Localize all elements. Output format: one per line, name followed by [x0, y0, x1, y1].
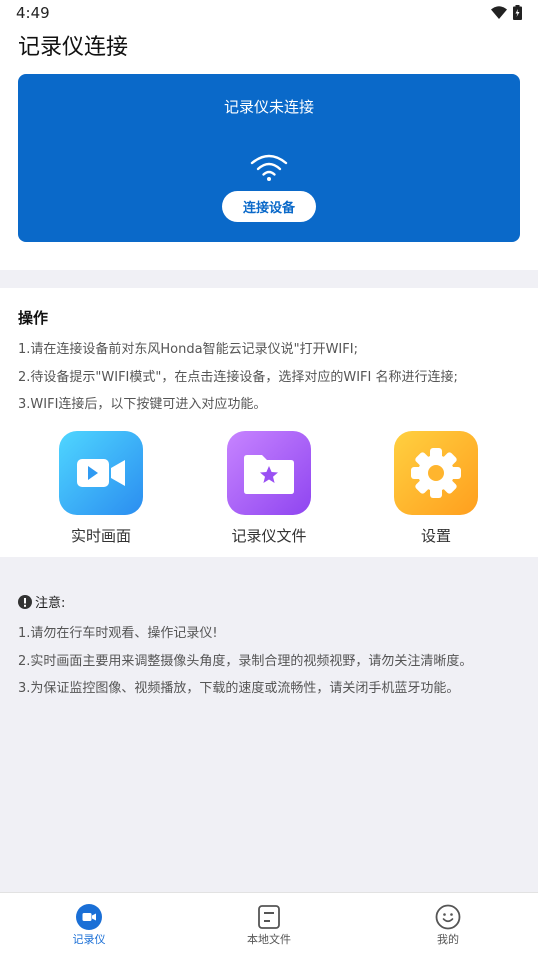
recorder-files-button[interactable]: 记录仪文件 — [209, 431, 329, 546]
section-divider — [0, 270, 538, 288]
operation-step: 3.WIFI连接后，以下按键可进入对应功能。 — [18, 397, 267, 412]
notes-title: 注意: — [35, 596, 66, 611]
page-title: 记录仪连接 — [18, 35, 129, 60]
operations-title: 操作 — [18, 309, 49, 327]
gear-icon — [394, 431, 478, 515]
nav-item-mine[interactable]: 我的 — [388, 893, 508, 955]
live-view-button[interactable]: 实时画面 — [41, 431, 161, 546]
bottom-navigation: 记录仪 本地文件 我的 — [0, 892, 538, 955]
recorder-icon — [76, 904, 102, 930]
file-icon — [258, 905, 280, 929]
status-time: 4:49 — [16, 4, 50, 22]
nav-item-recorder[interactable]: 记录仪 — [29, 893, 149, 955]
wifi-icon — [250, 154, 288, 181]
status-bar: 4:49 — [0, 0, 538, 26]
video-camera-icon — [59, 431, 143, 515]
smile-icon — [435, 904, 461, 930]
note-item: 2.实时画面主要用来调整摄像头角度，录制合理的视频视野，请勿关注清晰度。 — [18, 654, 473, 669]
recorder-files-label: 记录仪文件 — [231, 527, 307, 545]
battery-icon — [513, 5, 522, 20]
star-folder-icon — [227, 431, 311, 515]
live-view-label: 实时画面 — [70, 527, 131, 545]
note-item: 3.为保证监控图像、视频播放，下载的速度或流畅性，请关闭手机蓝牙功能。 — [18, 681, 460, 696]
status-icons — [491, 5, 522, 20]
operation-step: 2.待设备提示"WIFI模式"，在点击连接设备，选择对应的WIFI 名称进行连接… — [18, 370, 458, 385]
nav-label-local-files: 本地文件 — [247, 933, 291, 946]
nav-item-local-files[interactable]: 本地文件 — [209, 893, 329, 955]
connection-status-text: 记录仪未连接 — [223, 98, 314, 116]
notes-title-row: 注意: — [18, 592, 65, 611]
connect-device-button[interactable]: 连接设备 — [222, 191, 316, 222]
note-item: 1.请勿在行车时观看、操作记录仪! — [18, 626, 218, 641]
settings-button[interactable]: 设置 — [376, 431, 496, 546]
nav-label-mine: 我的 — [437, 933, 459, 946]
info-exclamation-icon — [18, 594, 32, 609]
notes-area — [0, 557, 538, 892]
settings-label: 设置 — [420, 527, 451, 545]
operation-step: 1.请在连接设备前对东风Honda智能云记录仪说"打开WIFI; — [18, 342, 358, 357]
wifi-signal-icon — [491, 6, 507, 19]
nav-label-recorder: 记录仪 — [72, 933, 106, 946]
